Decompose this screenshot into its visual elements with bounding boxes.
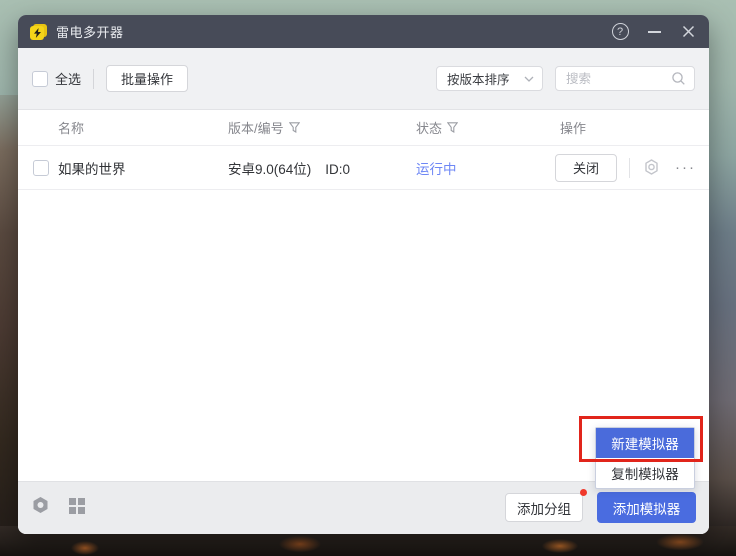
search-input[interactable] <box>566 72 671 86</box>
menu-item-new-emulator[interactable]: 新建模拟器 <box>596 428 694 458</box>
global-settings-gear-icon[interactable] <box>31 496 50 520</box>
help-button[interactable]: ? <box>611 23 629 41</box>
toolbar: 全选 批量操作 按版本排序 <box>18 48 709 110</box>
minimize-icon <box>648 31 661 33</box>
sort-dropdown-value: 按版本排序 <box>447 69 510 88</box>
menu-item-copy-emulator[interactable]: 复制模拟器 <box>596 458 694 488</box>
window-title: 雷电多开器 <box>56 22 124 41</box>
emulator-version: 安卓9.0(64位)ID:0 <box>228 158 350 178</box>
grid-view-icon[interactable] <box>68 497 86 520</box>
close-button[interactable] <box>679 23 697 41</box>
sort-dropdown[interactable]: 按版本排序 <box>436 66 543 91</box>
chevron-down-icon <box>524 76 534 82</box>
add-emulator-menu: 新建模拟器 复制模拟器 <box>595 427 695 489</box>
table-header: 名称 版本/编号 状态 操作 <box>18 110 709 146</box>
column-header-version: 版本/编号 <box>228 118 300 137</box>
minimize-button[interactable] <box>645 23 663 41</box>
close-icon <box>682 25 695 38</box>
notification-dot <box>580 489 587 496</box>
close-emulator-button[interactable]: 关闭 <box>555 154 617 182</box>
column-header-name: 名称 <box>58 118 84 137</box>
add-group-button[interactable]: 添加分组 <box>505 493 583 522</box>
column-header-operations: 操作 <box>560 118 586 137</box>
emulator-id: ID:0 <box>325 162 350 177</box>
row-checkbox[interactable] <box>33 160 49 176</box>
emulator-name: 如果的世界 <box>58 158 126 178</box>
select-all-checkbox[interactable] <box>32 71 48 87</box>
help-icon: ? <box>612 23 629 40</box>
add-emulator-button[interactable]: 添加模拟器 <box>597 492 696 523</box>
search-box[interactable] <box>555 66 695 91</box>
emulator-row[interactable]: 如果的世界 安卓9.0(64位)ID:0 运行中 关闭 ··· <box>18 146 709 190</box>
filter-funnel-icon[interactable] <box>289 122 300 133</box>
status-running: 运行中 <box>416 158 457 178</box>
filter-funnel-icon[interactable] <box>447 122 458 133</box>
ops-divider <box>629 158 630 178</box>
toolbar-divider <box>93 69 94 89</box>
ldplayer-multi-instance-window: 雷电多开器 ? 全选 批量操作 按版本排序 <box>18 15 709 534</box>
more-options-icon[interactable]: ··· <box>675 163 696 173</box>
select-all-label: 全选 <box>55 69 81 88</box>
app-logo-icon <box>30 24 47 40</box>
titlebar[interactable]: 雷电多开器 ? <box>18 15 709 48</box>
column-header-status: 状态 <box>416 118 458 137</box>
batch-operations-button[interactable]: 批量操作 <box>106 65 188 92</box>
search-icon <box>671 71 686 86</box>
emulator-settings-gear-icon[interactable] <box>642 158 661 177</box>
